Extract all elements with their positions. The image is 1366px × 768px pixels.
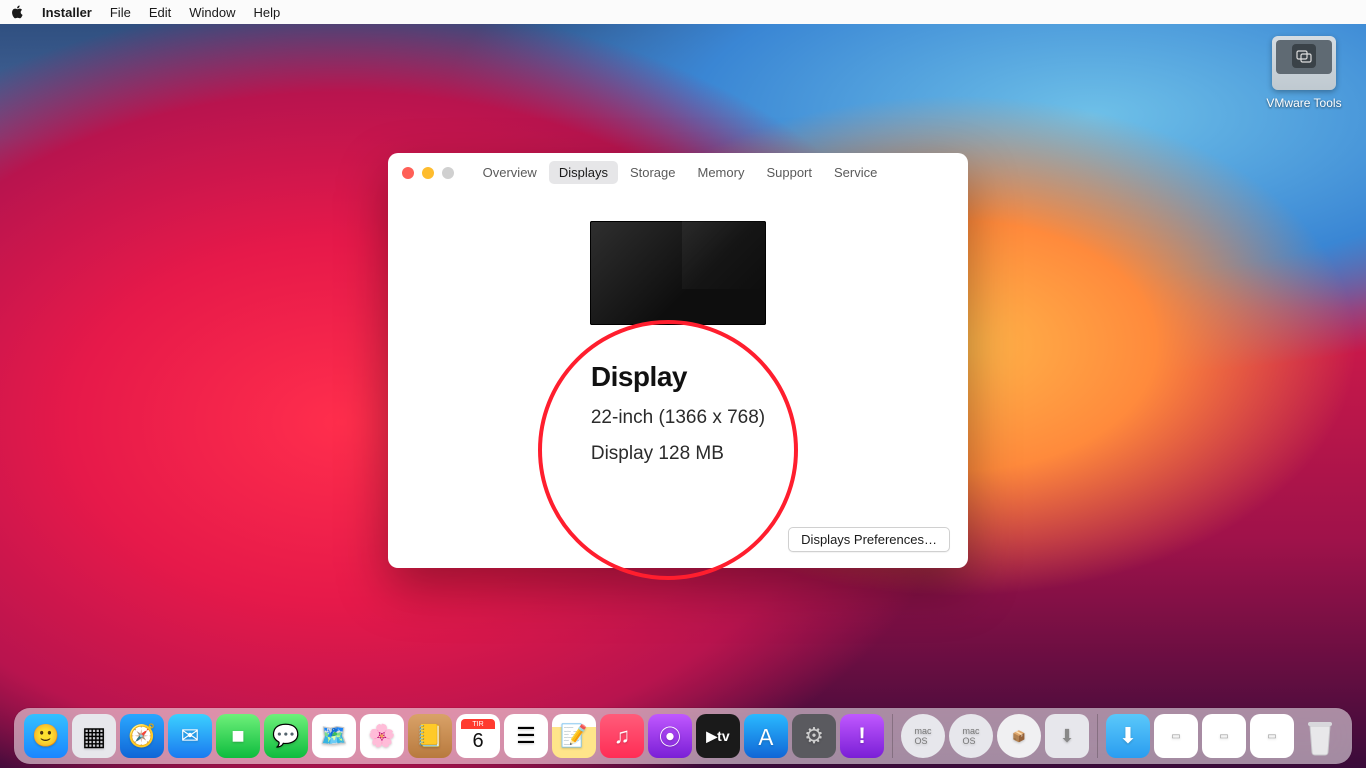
desktop-icon-label: VMware Tools <box>1264 96 1344 110</box>
dock-music[interactable]: ♫ <box>600 714 644 758</box>
menubar: Installer File Edit Window Help <box>0 0 1366 24</box>
minimize-button[interactable] <box>422 167 434 179</box>
window-tabs: Overview Displays Storage Memory Support… <box>454 161 906 184</box>
dock-maps[interactable]: 🗺️ <box>312 714 356 758</box>
dock-window-thumb-a[interactable]: ▭ <box>1154 714 1198 758</box>
vm-badge-icon <box>1292 44 1316 68</box>
dock-mount-installer[interactable]: 📦 <box>997 714 1041 758</box>
zoom-button[interactable] <box>442 167 454 179</box>
display-heading: Display <box>591 361 765 393</box>
dock-mount-macos-a[interactable]: macOS <box>901 714 945 758</box>
display-graphics-line: Display 128 MB <box>591 443 765 465</box>
dock-system-preferences[interactable]: ⚙︎ <box>792 714 836 758</box>
dock-finder[interactable]: 🙂 <box>24 714 68 758</box>
dock-photos[interactable]: 🌸 <box>360 714 404 758</box>
dock-facetime[interactable]: ■ <box>216 714 260 758</box>
tab-storage[interactable]: Storage <box>620 161 686 184</box>
dock-appstore[interactable]: Ａ <box>744 714 788 758</box>
close-button[interactable] <box>402 167 414 179</box>
dock-reminders[interactable]: ☰ <box>504 714 548 758</box>
dock-launchpad[interactable]: ▦ <box>72 714 116 758</box>
dock-notes[interactable]: 📝 <box>552 714 596 758</box>
dock-window-thumb-c[interactable]: ▭ <box>1250 714 1294 758</box>
disk-icon <box>1272 36 1336 90</box>
dock-tv[interactable]: ▶tv <box>696 714 740 758</box>
dock-messages[interactable]: 💬 <box>264 714 308 758</box>
menu-edit[interactable]: Edit <box>149 5 171 20</box>
display-size-line: 22-inch (1366 x 768) <box>591 407 765 429</box>
dock-safari[interactable]: 🧭 <box>120 714 164 758</box>
menu-file[interactable]: File <box>110 5 131 20</box>
dock-calendar[interactable]: TIR 6 <box>456 714 500 758</box>
dock-separator <box>1097 714 1098 758</box>
calendar-day-number: 6 <box>456 730 500 753</box>
desktop-icon-vmware-tools[interactable]: VMware Tools <box>1264 36 1344 110</box>
displays-preferences-button[interactable]: Displays Preferences… <box>788 527 950 552</box>
system-info-window: Overview Displays Storage Memory Support… <box>388 153 968 568</box>
dock: 🙂 ▦ 🧭 ✉︎ ■ 💬 🗺️ 🌸 📒 TIR 6 ☰ 📝 ♫ ⦿ ▶tv Ａ … <box>14 708 1352 764</box>
menu-help[interactable]: Help <box>253 5 280 20</box>
traffic-lights <box>402 167 454 179</box>
menu-window[interactable]: Window <box>189 5 235 20</box>
tab-memory[interactable]: Memory <box>688 161 755 184</box>
titlebar[interactable]: Overview Displays Storage Memory Support… <box>388 153 968 193</box>
calendar-month-label: TIR <box>461 719 495 729</box>
dock-mount-macos-b[interactable]: macOS <box>949 714 993 758</box>
tab-support[interactable]: Support <box>756 161 822 184</box>
tab-overview[interactable]: Overview <box>473 161 547 184</box>
dock-feedback[interactable]: ! <box>840 714 884 758</box>
dock-window-thumb-b[interactable]: ▭ <box>1202 714 1246 758</box>
tab-displays[interactable]: Displays <box>549 161 618 184</box>
dock-separator <box>892 714 893 758</box>
dock-podcasts[interactable]: ⦿ <box>648 714 692 758</box>
dock-minimized-window[interactable]: ⬇︎ <box>1045 714 1089 758</box>
dock-mail[interactable]: ✉︎ <box>168 714 212 758</box>
menu-app-name[interactable]: Installer <box>42 5 92 20</box>
apple-menu-icon[interactable] <box>10 5 24 19</box>
dock-downloads-folder[interactable]: ⬇︎ <box>1106 714 1150 758</box>
tab-service[interactable]: Service <box>824 161 887 184</box>
dock-contacts[interactable]: 📒 <box>408 714 452 758</box>
dock-trash[interactable] <box>1298 714 1342 758</box>
display-thumbnail-icon <box>590 221 766 325</box>
window-body: Display 22-inch (1366 x 768) Display 128… <box>388 193 968 568</box>
display-info: Display 22-inch (1366 x 768) Display 128… <box>591 361 765 465</box>
